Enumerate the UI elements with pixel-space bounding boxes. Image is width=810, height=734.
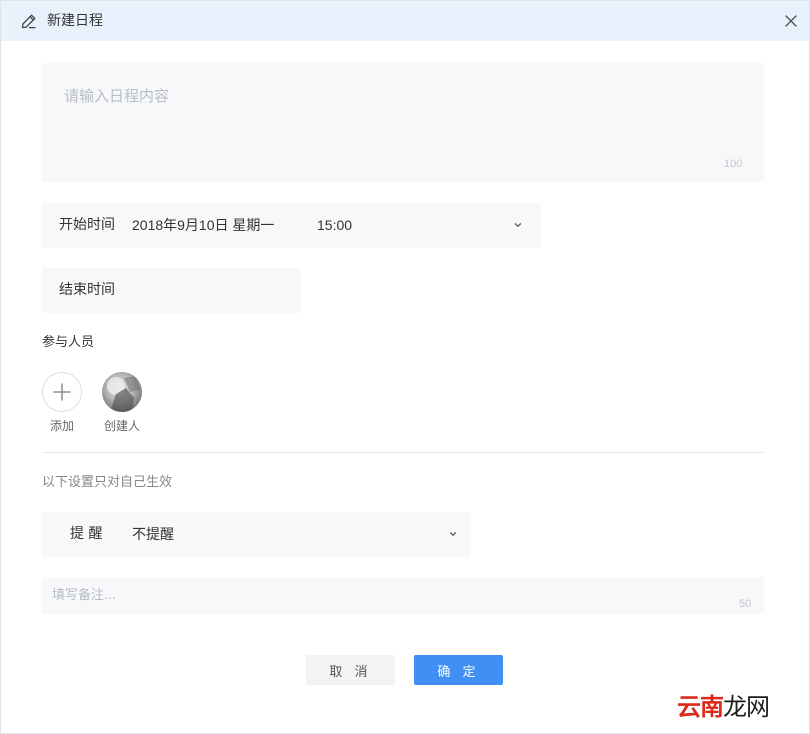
start-date-value: 2018年9月10日 星期一 <box>132 217 275 233</box>
start-time-label: 开始时间 <box>59 217 115 233</box>
schedule-content-box: 100 <box>42 63 764 182</box>
new-schedule-dialog: 新建日程 100 开始时间 2018年9月10日 星期一 15:00 结束时间 … <box>0 0 810 734</box>
end-time-label: 结束时间 <box>59 282 115 298</box>
plus-icon <box>53 383 71 401</box>
participants-label: 参与人员 <box>42 335 95 350</box>
content-char-counter: 100 <box>724 158 743 170</box>
end-time-picker[interactable]: 结束时间 <box>42 268 301 313</box>
confirm-button[interactable]: 确 定 <box>414 655 503 685</box>
close-icon[interactable] <box>781 11 801 31</box>
add-participant-button[interactable]: 添加 <box>37 372 87 434</box>
chevron-down-icon[interactable] <box>448 529 458 539</box>
remark-box: 50 <box>42 577 764 614</box>
reminder-label: 提 醒 <box>70 526 103 542</box>
dialog-titlebar: 新建日程 <box>1 1 809 41</box>
reminder-value: 不提醒 <box>132 526 174 542</box>
creator-label: 创建人 <box>103 419 140 433</box>
personal-settings-note: 以下设置只对自己生效 <box>42 475 173 490</box>
remark-char-counter: 50 <box>739 598 752 610</box>
start-time-value: 15:00 <box>317 217 353 233</box>
reminder-select[interactable]: 提 醒 不提醒 <box>42 512 471 557</box>
start-time-picker[interactable]: 开始时间 2018年9月10日 星期一 15:00 <box>42 203 541 248</box>
cancel-button[interactable]: 取 消 <box>306 655 395 685</box>
site-watermark: 云南龙网 <box>677 691 770 723</box>
watermark-part2: 龙网 <box>723 693 770 721</box>
dialog-title: 新建日程 <box>47 13 103 29</box>
remark-input[interactable] <box>42 577 764 614</box>
section-divider <box>42 452 764 453</box>
chevron-down-icon[interactable] <box>513 220 523 230</box>
pen-icon <box>21 14 36 29</box>
schedule-content-input[interactable] <box>42 63 764 182</box>
add-circle[interactable] <box>42 372 82 412</box>
avatar[interactable] <box>102 372 142 412</box>
avatar-photo <box>107 376 140 412</box>
watermark-part1: 云南 <box>677 693 724 721</box>
add-participant-label: 添加 <box>49 419 74 433</box>
creator-participant[interactable]: 创建人 <box>97 372 147 434</box>
